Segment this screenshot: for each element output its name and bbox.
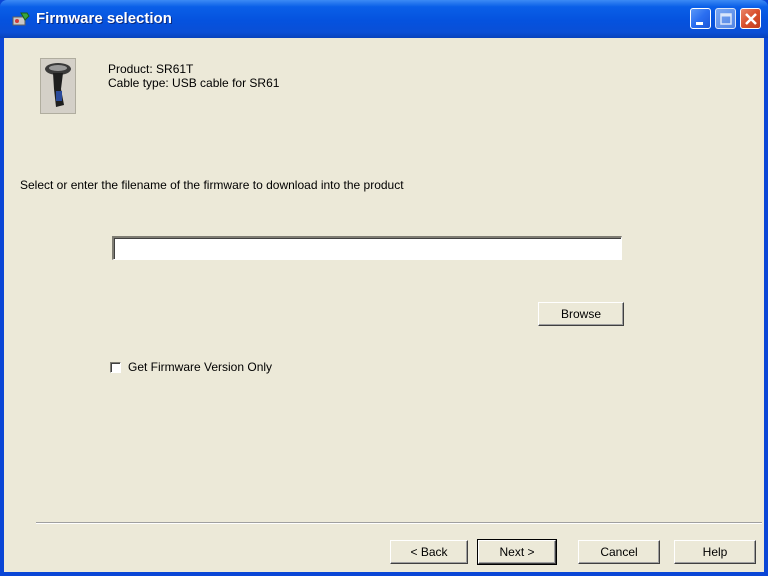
maximize-button[interactable] [715,8,736,29]
browse-button[interactable]: Browse [538,302,624,326]
window-title: Firmware selection [36,10,172,27]
minimize-icon [696,22,703,25]
dialog-client-area: Product: SR61T Cable type: USB cable for… [4,38,764,572]
close-icon [745,13,757,25]
minimize-button[interactable] [690,8,711,29]
firmware-version-only-option[interactable]: Get Firmware Version Only [110,360,272,374]
product-line: Product: SR61T [108,62,194,76]
close-button[interactable] [740,8,761,29]
product-info: Product: SR61T Cable type: USB cable for… [108,62,279,90]
firmware-filename-input[interactable] [112,236,622,260]
back-button[interactable]: < Back [390,540,468,564]
title-bar[interactable]: Firmware selection [0,0,768,38]
firmware-version-only-label: Get Firmware Version Only [128,360,273,374]
wrench-app-icon [12,11,30,27]
maximize-icon [720,13,732,25]
instruction-text: Select or enter the filename of the firm… [20,178,404,192]
firmware-version-only-checkbox[interactable] [110,362,121,374]
next-button[interactable]: Next > [477,539,557,565]
firmware-selection-window: Firmware selection Product: SR61T Cable … [0,0,768,576]
cable-type-line: Cable type: USB cable for SR61 [108,76,280,90]
help-button[interactable]: Help [674,540,756,564]
barcode-scanner-icon [40,58,76,114]
cancel-button[interactable]: Cancel [578,540,660,564]
footer-separator [36,522,762,524]
